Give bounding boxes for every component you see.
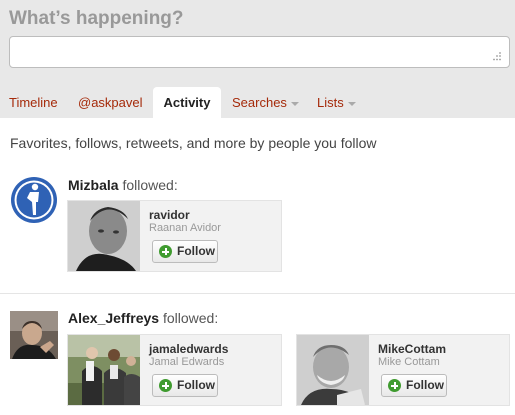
tab-mentions[interactable]: @askpavel: [78, 87, 143, 118]
user-real-name: Raanan Avidor: [149, 222, 221, 234]
tab-lists[interactable]: Lists: [317, 87, 356, 118]
plus-icon: [159, 245, 172, 258]
user-handle[interactable]: MikeCottam: [378, 342, 446, 356]
user-photo[interactable]: [297, 335, 369, 405]
follow-label: Follow: [177, 378, 215, 392]
user-handle[interactable]: jamaledwards: [149, 342, 228, 356]
compose-panel: What’s happening? Timeline @askpavel Act…: [0, 0, 515, 118]
user-photo[interactable]: [68, 335, 140, 405]
tab-label: Activity: [163, 95, 211, 110]
chevron-down-icon: [290, 101, 299, 106]
tab-timeline[interactable]: Timeline: [9, 87, 58, 118]
user-handle[interactable]: ravidor: [149, 208, 190, 222]
user-real-name: Mike Cottam: [378, 356, 440, 368]
follow-label: Follow: [406, 378, 444, 392]
activity-action: followed:: [122, 177, 178, 193]
tab-label: Timeline: [9, 95, 58, 110]
activity-headline: Alex_Jeffreys followed:: [68, 310, 218, 326]
activity-description: Favorites, follows, retweets, and more b…: [10, 135, 377, 151]
user-card[interactable]: MikeCottam Mike Cottam Follow: [296, 334, 510, 406]
tab-label: Searches: [232, 95, 287, 110]
user-card[interactable]: ravidor Raanan Avidor Follow: [67, 200, 282, 272]
activity-headline: Mizbala followed:: [68, 177, 178, 193]
user-photo[interactable]: [68, 201, 140, 271]
timeline-tabs: Timeline @askpavel Activity Searches Lis…: [0, 87, 515, 118]
tab-activity[interactable]: Activity: [153, 87, 221, 118]
plus-icon: [159, 379, 172, 392]
actor-name[interactable]: Mizbala: [68, 177, 119, 193]
follow-label: Follow: [177, 244, 215, 258]
tab-label: @askpavel: [78, 95, 143, 110]
person-figure-icon[interactable]: [10, 176, 58, 224]
avatar[interactable]: [10, 311, 58, 359]
divider: [0, 293, 515, 294]
user-real-name: Jamal Edwards: [149, 356, 225, 368]
activity-action: followed:: [162, 310, 219, 326]
actor-name[interactable]: Alex_Jeffreys: [68, 310, 159, 326]
user-card[interactable]: jamaledwards Jamal Edwards Follow: [67, 334, 282, 406]
tab-searches[interactable]: Searches: [232, 87, 299, 118]
tweet-input[interactable]: [9, 36, 510, 68]
tab-label: Lists: [317, 95, 344, 110]
plus-icon: [388, 379, 401, 392]
resize-grip-icon[interactable]: [491, 52, 501, 61]
chevron-down-icon: [347, 101, 356, 106]
follow-button[interactable]: Follow: [381, 374, 447, 397]
follow-button[interactable]: Follow: [152, 240, 218, 263]
follow-button[interactable]: Follow: [152, 374, 218, 397]
compose-prompt: What’s happening?: [9, 8, 184, 29]
